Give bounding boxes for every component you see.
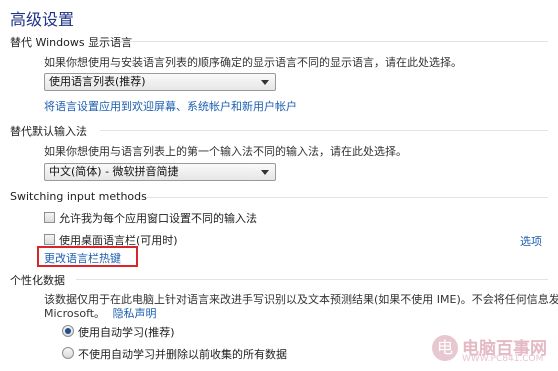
auto-learning-radio[interactable] xyxy=(62,325,74,337)
section-divider xyxy=(147,197,548,198)
personalization-description-microsoft: Microsoft。 xyxy=(44,307,106,320)
no-auto-learning-label: 不使用自动学习并删除以前收集的所有数据 xyxy=(78,348,287,361)
highlight-box xyxy=(37,246,138,267)
per-app-input-checkbox[interactable] xyxy=(44,212,55,223)
display-language-description: 如果你想使用与安装语言列表的顺序确定的显示语言不同的显示语言，请在此处选择。 xyxy=(44,56,462,69)
input-method-description: 如果你想使用与语言列表上的第一个输入法不同的输入法，请在此处选择。 xyxy=(44,145,407,158)
input-method-dropdown[interactable]: 中文(简体) - 微软拼音简捷 xyxy=(44,163,276,181)
section-heading-display-language: 替代 Windows 显示语言 xyxy=(10,36,133,49)
no-auto-learning-radio[interactable] xyxy=(62,347,74,359)
personalization-description-line2: Microsoft。 隐私声明 xyxy=(44,305,157,321)
section-divider xyxy=(76,279,548,280)
watermark: 电 电脑百事网 WWW.PC841.COM xyxy=(432,335,552,367)
section-divider xyxy=(100,130,548,131)
display-language-dropdown-value: 使用语言列表(推荐) xyxy=(49,75,146,88)
chevron-down-icon xyxy=(261,170,269,175)
page-title: 高级设置 xyxy=(10,10,75,29)
display-language-dropdown[interactable]: 使用语言列表(推荐) xyxy=(44,73,276,91)
apply-language-settings-link[interactable]: 将语言设置应用到欢迎屏幕、系统帐户和新用户帐户 xyxy=(44,98,297,114)
per-app-input-label: 允许我为每个应用窗口设置不同的输入法 xyxy=(59,212,257,225)
section-heading-switching: Switching input methods xyxy=(10,190,147,203)
language-bar-checkbox[interactable] xyxy=(44,234,55,245)
privacy-statement-link[interactable]: 隐私声明 xyxy=(113,307,157,320)
input-method-dropdown-value: 中文(简体) - 微软拼音简捷 xyxy=(49,165,179,178)
section-divider xyxy=(120,41,548,42)
options-link[interactable]: 选项 xyxy=(520,233,542,249)
chevron-down-icon xyxy=(261,80,269,85)
section-heading-personalization: 个性化数据 xyxy=(10,274,65,287)
watermark-logo-icon: 电 xyxy=(432,335,458,361)
watermark-url: WWW.PC841.COM xyxy=(462,354,544,364)
auto-learning-label: 使用自动学习(推荐) xyxy=(78,326,175,339)
section-heading-input-method: 替代默认输入法 xyxy=(10,125,87,138)
